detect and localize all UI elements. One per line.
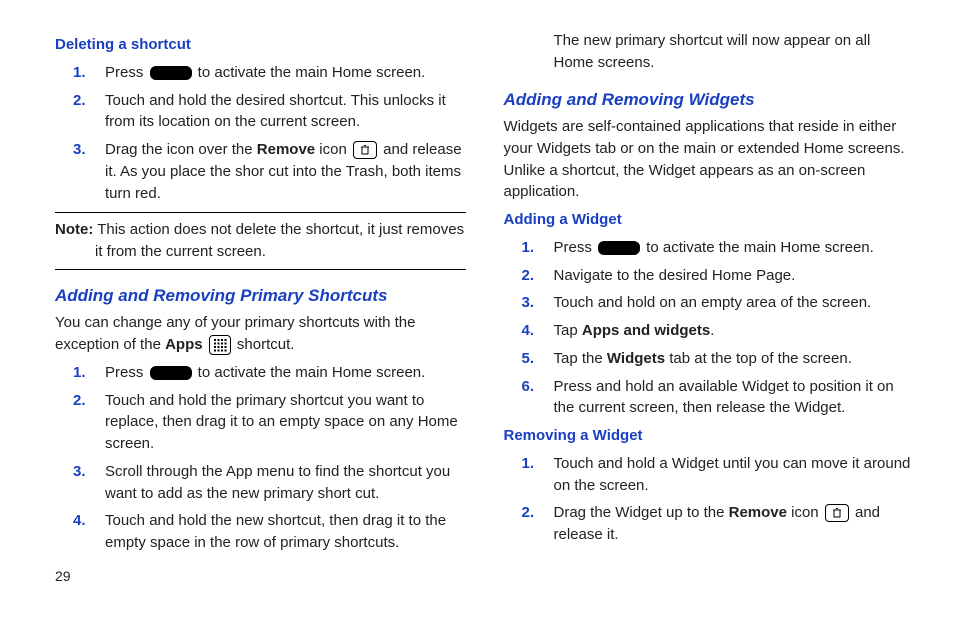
step-text: Navigate to the desired Home Page. bbox=[554, 267, 796, 284]
heading-adding-widget: Adding a Widget bbox=[504, 209, 915, 231]
step-text: Touch and hold the desired shortcut. Thi… bbox=[105, 92, 446, 131]
list-item: 3. Drag the icon over the Remove icon an… bbox=[55, 139, 466, 204]
step-number: 6. bbox=[522, 376, 535, 398]
trash-icon bbox=[825, 504, 849, 522]
step-text: Tap bbox=[554, 322, 582, 339]
page-number: 29 bbox=[55, 566, 466, 586]
list-item: 1. Press to activate the main Home scree… bbox=[55, 362, 466, 384]
step-number: 2. bbox=[522, 265, 535, 287]
step-text: Touch and hold the primary shortcut you … bbox=[105, 392, 458, 453]
step-text: Touch and hold on an empty area of the s… bbox=[554, 294, 872, 311]
heading-widgets: Adding and Removing Widgets bbox=[504, 88, 915, 113]
list-item: 2. Touch and hold the primary shortcut y… bbox=[55, 390, 466, 455]
list-item: 5. Tap the Widgets tab at the top of the… bbox=[504, 348, 915, 370]
list-item: 1. Press to activate the main Home scree… bbox=[504, 237, 915, 259]
list-deleting-shortcut: 1. Press to activate the main Home scree… bbox=[55, 62, 466, 205]
step-number: 1. bbox=[73, 62, 86, 84]
list-item: 3. Touch and hold on an empty area of th… bbox=[504, 292, 915, 314]
paragraph: Widgets are self-contained applications … bbox=[504, 116, 915, 203]
step-number: 3. bbox=[522, 292, 535, 314]
step-text: Touch and hold a Widget until you can mo… bbox=[554, 455, 911, 494]
heading-primary-shortcuts: Adding and Removing Primary Shortcuts bbox=[55, 284, 466, 309]
list-item: 2. Drag the Widget up to the Remove icon… bbox=[504, 502, 915, 546]
intro-text: shortcut. bbox=[233, 336, 295, 353]
trash-icon bbox=[353, 141, 377, 159]
list-adding-widget: 1. Press to activate the main Home scree… bbox=[504, 237, 915, 419]
home-button-icon bbox=[150, 66, 192, 80]
home-button-icon bbox=[598, 241, 640, 255]
step-text: . bbox=[710, 322, 714, 339]
divider bbox=[55, 212, 466, 213]
step-number: 3. bbox=[73, 461, 86, 483]
heading-removing-widget: Removing a Widget bbox=[504, 425, 915, 447]
list-item: 3. Scroll through the App menu to find t… bbox=[55, 461, 466, 505]
list-item: 1. Press to activate the main Home scree… bbox=[55, 62, 466, 84]
step-number: 4. bbox=[73, 510, 86, 532]
step-number: 2. bbox=[73, 90, 86, 112]
step-text: Drag the Widget up to the bbox=[554, 504, 729, 521]
bold-text: Apps bbox=[165, 336, 203, 353]
note-label: Note: bbox=[55, 221, 93, 238]
step-number: 4. bbox=[522, 320, 535, 342]
paragraph: You can change any of your primary short… bbox=[55, 312, 466, 356]
step-number: 2. bbox=[73, 390, 86, 412]
heading-deleting-shortcut: Deleting a shortcut bbox=[55, 34, 466, 56]
step-number: 2. bbox=[522, 502, 535, 524]
list-item: 2. Touch and hold the desired shortcut. … bbox=[55, 90, 466, 134]
bold-text: Widgets bbox=[607, 350, 665, 367]
step-text: Scroll through the App menu to find the … bbox=[105, 463, 450, 502]
divider bbox=[55, 269, 466, 270]
step-text: Press bbox=[554, 239, 597, 256]
step-text: icon bbox=[315, 141, 351, 158]
step-text: to activate the main Home screen. bbox=[194, 64, 426, 81]
paragraph-continuation: The new primary shortcut will now appear… bbox=[504, 30, 915, 74]
step-number: 5. bbox=[522, 348, 535, 370]
bold-text: Remove bbox=[257, 141, 315, 158]
list-item: 4. Tap Apps and widgets. bbox=[504, 320, 915, 342]
step-number: 3. bbox=[73, 139, 86, 161]
step-text: Tap the bbox=[554, 350, 607, 367]
list-primary-shortcuts: 1. Press to activate the main Home scree… bbox=[55, 362, 466, 554]
step-number: 1. bbox=[522, 453, 535, 475]
apps-grid-icon bbox=[209, 335, 231, 355]
step-text: tab at the top of the screen. bbox=[665, 350, 852, 367]
step-text: Press bbox=[105, 364, 148, 381]
note-body: This action does not delete the shortcut… bbox=[93, 221, 464, 260]
note-block: Note: This action does not delete the sh… bbox=[55, 212, 466, 270]
list-item: 6. Press and hold an available Widget to… bbox=[504, 376, 915, 420]
step-text: to activate the main Home screen. bbox=[194, 364, 426, 381]
intro-text bbox=[203, 336, 207, 353]
bold-text: Apps and widgets bbox=[582, 322, 710, 339]
list-item: 1. Touch and hold a Widget until you can… bbox=[504, 453, 915, 497]
step-text: icon bbox=[787, 504, 823, 521]
step-text: to activate the main Home screen. bbox=[642, 239, 874, 256]
step-text: Drag the icon over the bbox=[105, 141, 257, 158]
bold-text: Remove bbox=[729, 504, 787, 521]
step-number: 1. bbox=[522, 237, 535, 259]
step-text: Press and hold an available Widget to po… bbox=[554, 378, 894, 417]
step-number: 1. bbox=[73, 362, 86, 384]
list-removing-widget: 1. Touch and hold a Widget until you can… bbox=[504, 453, 915, 546]
list-item: 4. Touch and hold the new shortcut, then… bbox=[55, 510, 466, 554]
list-item: 2. Navigate to the desired Home Page. bbox=[504, 265, 915, 287]
step-text: Touch and hold the new shortcut, then dr… bbox=[105, 512, 446, 551]
step-text: Press bbox=[105, 64, 148, 81]
note-text: Note: This action does not delete the sh… bbox=[55, 219, 466, 263]
manual-page: Deleting a shortcut 1. Press to activate… bbox=[0, 0, 954, 636]
home-button-icon bbox=[150, 366, 192, 380]
